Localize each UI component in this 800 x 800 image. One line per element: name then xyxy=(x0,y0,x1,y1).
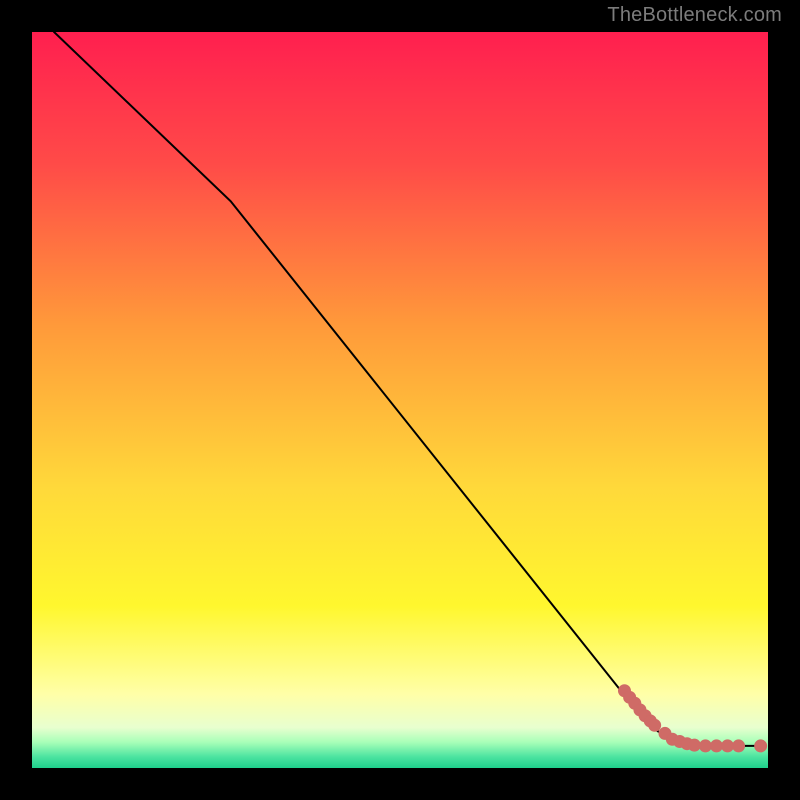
chart-point xyxy=(710,740,722,752)
chart-background xyxy=(32,32,768,768)
chart-point xyxy=(649,719,661,731)
chart-point xyxy=(688,739,700,751)
chart-point xyxy=(733,740,745,752)
attribution-text: TheBottleneck.com xyxy=(607,4,782,27)
chart-point xyxy=(722,740,734,752)
chart-point xyxy=(699,740,711,752)
chart-point xyxy=(755,740,767,752)
chart-canvas xyxy=(32,32,768,768)
